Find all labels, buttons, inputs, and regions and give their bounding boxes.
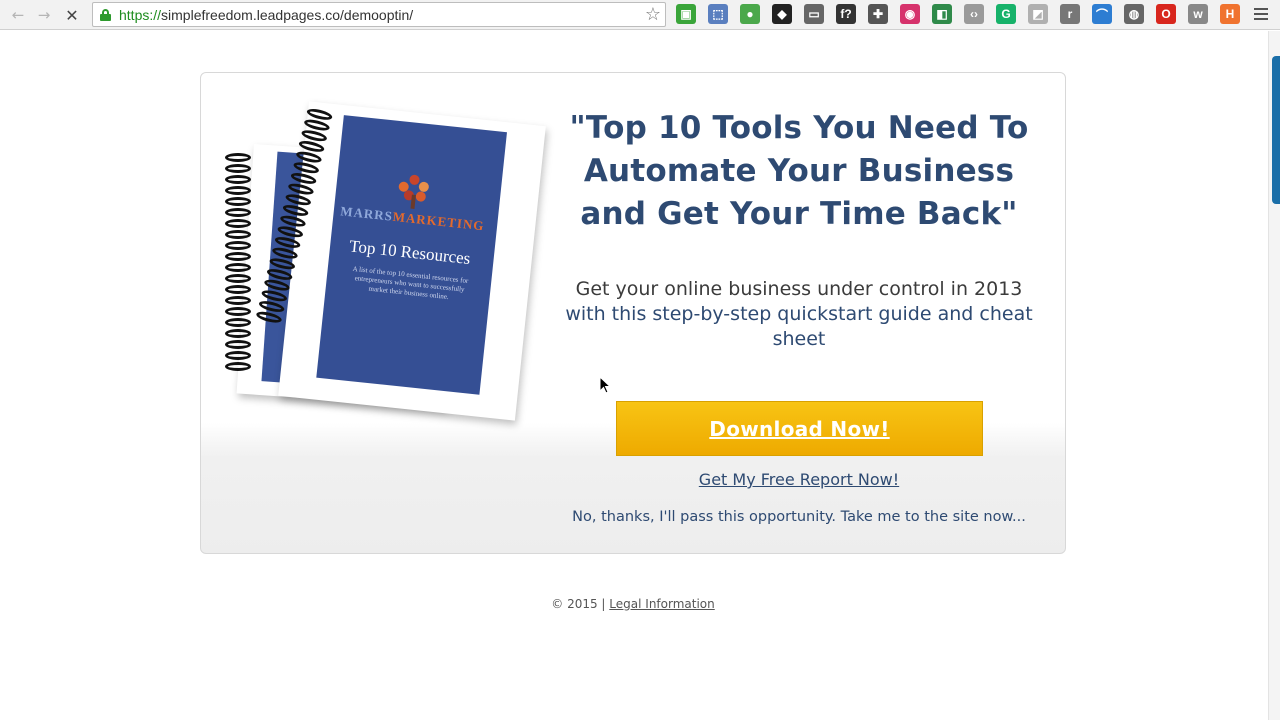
extension-r-icon[interactable]: r bbox=[1060, 4, 1080, 24]
rainbow-icon[interactable]: ⌒ bbox=[1092, 4, 1112, 24]
url-text[interactable]: https://simplefreedom.leadpages.co/demoo… bbox=[119, 7, 413, 23]
legal-information-link[interactable]: Legal Information bbox=[609, 597, 714, 611]
colorpick-icon[interactable]: ◉ bbox=[900, 4, 920, 24]
screenshot-icon[interactable]: ⬚ bbox=[708, 4, 728, 24]
cast-icon[interactable]: ▭ bbox=[804, 4, 824, 24]
whatfont-icon[interactable]: f? bbox=[836, 4, 856, 24]
book-cover: MARRSMARKETING Top 10 Resources A list o… bbox=[316, 115, 507, 395]
hootsuite-icon[interactable]: ◆ bbox=[772, 4, 792, 24]
extension-green-icon[interactable]: ◧ bbox=[932, 4, 952, 24]
pushbullet-icon[interactable]: ● bbox=[740, 4, 760, 24]
forward-arrow-icon[interactable]: → bbox=[34, 5, 54, 25]
extension-icon[interactable]: ✚ bbox=[868, 4, 888, 24]
footer: © 2015 | Legal Information bbox=[0, 597, 1266, 611]
browser-toolbar: ← → ✕ https://simplefreedom.leadpages.co… bbox=[0, 0, 1280, 30]
footer-copyright: © 2015 | bbox=[551, 597, 606, 611]
download-now-label: Download Now! bbox=[709, 416, 890, 441]
subheadline: Get your online business under control i… bbox=[556, 277, 1042, 352]
url-path: simplefreedom.leadpages.co/demooptin/ bbox=[161, 7, 414, 23]
evernote-icon[interactable]: ▣ bbox=[676, 4, 696, 24]
extension-gray-icon[interactable]: ◩ bbox=[1028, 4, 1048, 24]
subheadline-plain: Get your online business under control i… bbox=[575, 278, 1023, 300]
menu-icon[interactable] bbox=[1254, 6, 1268, 22]
no-thanks-link[interactable]: No, thanks, I'll pass this opportunity. … bbox=[556, 509, 1042, 525]
code-icon[interactable]: ‹› bbox=[964, 4, 984, 24]
subheadline-highlight: with this step-by-step quickstart guide … bbox=[565, 303, 1033, 350]
back-arrow-icon[interactable]: ← bbox=[8, 5, 28, 25]
headline: "Top 10 Tools You Need To Automate Your … bbox=[569, 110, 1029, 232]
extension-w-icon[interactable]: w bbox=[1188, 4, 1208, 24]
scrollbar-thumb[interactable] bbox=[1272, 56, 1280, 204]
hubspot-icon[interactable]: H bbox=[1220, 4, 1240, 24]
stop-loading-icon[interactable]: ✕ bbox=[62, 5, 82, 25]
address-bar[interactable]: https://simplefreedom.leadpages.co/demoo… bbox=[92, 2, 666, 27]
back-book-spiral bbox=[225, 153, 253, 373]
ghostery-icon[interactable]: ◍ bbox=[1124, 4, 1144, 24]
lock-icon bbox=[100, 9, 111, 21]
grammarly-icon[interactable]: G bbox=[996, 4, 1016, 24]
url-scheme: https:// bbox=[119, 7, 162, 23]
cover-description: A list of the top 10 essential resources… bbox=[352, 264, 469, 302]
opera-icon[interactable]: O bbox=[1156, 4, 1176, 24]
bookmark-star-icon[interactable]: ☆ bbox=[645, 4, 661, 25]
mouse-cursor-icon bbox=[599, 376, 612, 394]
free-report-link[interactable]: Get My Free Report Now! bbox=[556, 470, 1042, 489]
tree-logo-icon bbox=[393, 171, 437, 211]
download-now-button[interactable]: Download Now! bbox=[616, 401, 983, 456]
ebook-illustration: MARRSMARKETING Top 10 Resources A list o… bbox=[223, 101, 546, 423]
optin-card: MARRSMARKETING Top 10 Resources A list o… bbox=[200, 72, 1066, 554]
